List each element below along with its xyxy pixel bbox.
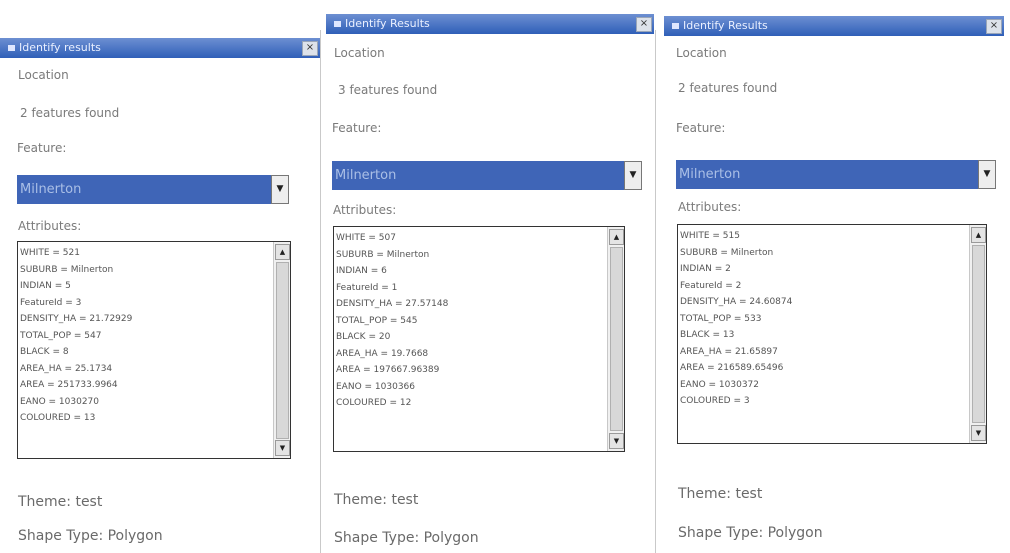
- attribute-item[interactable]: FeatureId = 2: [680, 278, 968, 295]
- scroll-thumb[interactable]: [610, 247, 623, 431]
- attribute-item[interactable]: COLOURED = 13: [20, 410, 272, 427]
- scroll-up-icon[interactable]: ▲: [971, 227, 986, 243]
- attribute-item[interactable]: COLOURED = 3: [680, 393, 968, 410]
- attribute-item[interactable]: DENSITY_HA = 21.72929: [20, 311, 272, 328]
- attributes-label: Attributes:: [18, 219, 82, 233]
- location-label: Location: [676, 46, 727, 60]
- attribute-item[interactable]: EANO = 1030270: [20, 394, 272, 411]
- close-button[interactable]: ×: [636, 17, 652, 32]
- attribute-item[interactable]: WHITE = 521: [20, 245, 272, 262]
- feature-select-value: Milnerton: [20, 182, 82, 197]
- features-count: 2 features found: [20, 106, 120, 120]
- chevron-down-icon[interactable]: ▼: [271, 175, 289, 204]
- attribute-item[interactable]: WHITE = 515: [680, 228, 968, 245]
- theme-text: Theme: test: [334, 492, 419, 508]
- attributes-list[interactable]: WHITE = 507 SUBURB = Milnerton INDIAN = 6F…: [333, 226, 625, 452]
- attribute-item[interactable]: DENSITY_HA = 27.57148: [336, 296, 606, 313]
- identify-results-panel-1: Identify results × Location 2 features f…: [0, 0, 320, 553]
- scroll-down-icon[interactable]: ▼: [971, 425, 986, 441]
- attribute-item[interactable]: EANO = 1030366: [336, 379, 606, 396]
- window-icon: [334, 21, 341, 27]
- panel-separator: [655, 30, 656, 553]
- feature-label: Feature:: [676, 121, 726, 135]
- attribute-item[interactable]: DENSITY_HA = 24.60874: [680, 294, 968, 311]
- attribute-item[interactable]: COLOURED = 12: [336, 395, 606, 412]
- attribute-item[interactable]: BLACK = 20: [336, 329, 606, 346]
- feature-label: Feature:: [17, 141, 67, 155]
- shape-type-text: Shape Type: Polygon: [18, 528, 163, 544]
- attribute-item[interactable]: SUBURB = Milnerton: [680, 245, 968, 262]
- vertical-scrollbar[interactable]: ▲ ▼: [607, 227, 624, 451]
- scroll-thumb[interactable]: [972, 245, 985, 423]
- attribute-item[interactable]: SUBURB = Milnerton: [20, 262, 272, 279]
- feature-label: Feature:: [332, 121, 382, 135]
- attribute-item[interactable]: TOTAL_POP = 547: [20, 328, 272, 345]
- attributes-label: Attributes:: [333, 203, 397, 217]
- scroll-up-icon[interactable]: ▲: [609, 229, 624, 245]
- feature-select-value: Milnerton: [335, 168, 397, 183]
- chevron-down-icon[interactable]: ▼: [624, 161, 642, 190]
- window-icon: [672, 23, 679, 29]
- attributes-items: WHITE = 521 SUBURB = Milnerton INDIAN = 5F…: [20, 245, 272, 427]
- window-title: Identify Results: [345, 17, 430, 30]
- attribute-item[interactable]: INDIAN = 6: [336, 263, 606, 280]
- attribute-item[interactable]: WHITE = 507: [336, 230, 606, 247]
- window-icon: [8, 45, 15, 51]
- feature-select[interactable]: Milnerton ▼: [17, 175, 289, 204]
- attributes-label: Attributes:: [678, 200, 742, 214]
- shape-type-text: Shape Type: Polygon: [334, 530, 479, 546]
- attribute-item[interactable]: INDIAN = 2: [680, 261, 968, 278]
- title-bar: Identify Results ×: [664, 16, 1004, 36]
- scroll-down-icon[interactable]: ▼: [275, 440, 290, 456]
- identify-results-panel-2: Identify Results × Location 3 features f…: [326, 0, 654, 553]
- attributes-items: WHITE = 507 SUBURB = Milnerton INDIAN = 6F…: [336, 230, 606, 412]
- attributes-list[interactable]: WHITE = 515 SUBURB = Milnerton INDIAN = 2F…: [677, 224, 987, 444]
- vertical-scrollbar[interactable]: ▲ ▼: [969, 225, 986, 443]
- attribute-item[interactable]: FeatureId = 1: [336, 280, 606, 297]
- attribute-item[interactable]: BLACK = 13: [680, 327, 968, 344]
- theme-text: Theme: test: [18, 494, 103, 510]
- attribute-item[interactable]: SUBURB = Milnerton: [336, 247, 606, 264]
- identify-results-panel-3: Identify Results × Location 2 features f…: [664, 0, 1004, 553]
- attribute-item[interactable]: INDIAN = 5: [20, 278, 272, 295]
- attribute-item[interactable]: BLACK = 8: [20, 344, 272, 361]
- attribute-item[interactable]: AREA_HA = 21.65897: [680, 344, 968, 361]
- window-title: Identify results: [19, 41, 101, 54]
- attributes-items: WHITE = 515 SUBURB = Milnerton INDIAN = 2F…: [680, 228, 968, 410]
- feature-select[interactable]: Milnerton ▼: [676, 160, 996, 189]
- shape-type-text: Shape Type: Polygon: [678, 525, 823, 541]
- close-button[interactable]: ×: [302, 41, 318, 56]
- feature-select[interactable]: Milnerton ▼: [332, 161, 642, 190]
- attribute-item[interactable]: TOTAL_POP = 545: [336, 313, 606, 330]
- scroll-down-icon[interactable]: ▼: [609, 433, 624, 449]
- title-bar: Identify results ×: [0, 38, 320, 58]
- attributes-list[interactable]: WHITE = 521 SUBURB = Milnerton INDIAN = 5F…: [17, 241, 291, 459]
- window-title: Identify Results: [683, 19, 768, 32]
- chevron-down-icon[interactable]: ▼: [978, 160, 996, 189]
- panel-separator: [320, 30, 321, 553]
- close-button[interactable]: ×: [986, 19, 1002, 34]
- theme-text: Theme: test: [678, 486, 763, 502]
- attribute-item[interactable]: AREA = 197667.96389: [336, 362, 606, 379]
- scroll-up-icon[interactable]: ▲: [275, 244, 290, 260]
- attribute-item[interactable]: AREA_HA = 19.7668: [336, 346, 606, 363]
- location-label: Location: [334, 46, 385, 60]
- attribute-item[interactable]: TOTAL_POP = 533: [680, 311, 968, 328]
- scroll-thumb[interactable]: [276, 262, 289, 439]
- features-count: 3 features found: [338, 83, 438, 97]
- vertical-scrollbar[interactable]: ▲ ▼: [273, 242, 290, 458]
- attribute-item[interactable]: AREA = 251733.9964: [20, 377, 272, 394]
- attribute-item[interactable]: AREA_HA = 25.1734: [20, 361, 272, 378]
- title-bar: Identify Results ×: [326, 14, 654, 34]
- attribute-item[interactable]: FeatureId = 3: [20, 295, 272, 312]
- attribute-item[interactable]: AREA = 216589.65496: [680, 360, 968, 377]
- feature-select-value: Milnerton: [679, 167, 741, 182]
- location-label: Location: [18, 68, 69, 82]
- attribute-item[interactable]: EANO = 1030372: [680, 377, 968, 394]
- features-count: 2 features found: [678, 81, 778, 95]
